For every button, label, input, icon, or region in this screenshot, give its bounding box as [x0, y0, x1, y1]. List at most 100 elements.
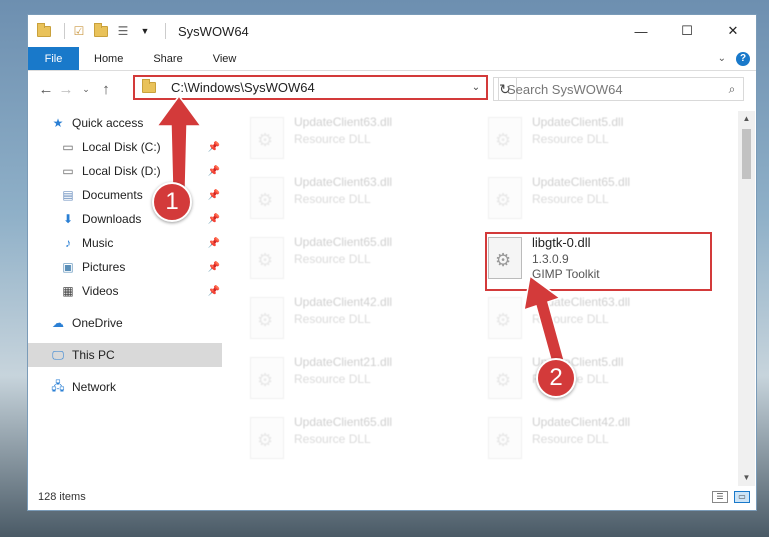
help-icon[interactable]: ? — [736, 51, 750, 66]
list-item[interactable]: UpdateClient42.dll Resource DLL — [250, 295, 480, 355]
sidebar-item-pictures[interactable]: ▣ Pictures 📌 — [28, 255, 222, 279]
pin-icon[interactable]: 📌 — [208, 190, 220, 201]
list-item[interactable]: UpdateClient65.dll Resource DLL — [250, 415, 480, 475]
dll-file-icon — [250, 417, 284, 459]
dll-file-icon — [250, 357, 284, 399]
file-description: Resource DLL — [294, 132, 371, 146]
list-item[interactable]: UpdateClient65.dll Resource DLL — [488, 175, 718, 235]
pin-icon[interactable]: 📌 — [208, 238, 220, 249]
up-icon[interactable]: ↑ — [96, 81, 116, 98]
window-title: SysWOW64 — [178, 23, 249, 39]
list-item[interactable]: UpdateClient63.dll Resource DLL — [250, 175, 480, 235]
download-icon: ⬇ — [62, 212, 74, 226]
sidebar-item-label: Quick access — [72, 116, 144, 130]
dll-file-icon — [250, 117, 284, 159]
videos-icon: ▦ — [62, 284, 74, 298]
pin-icon[interactable]: 📌 — [208, 166, 220, 177]
pin-icon[interactable]: 📌 — [208, 142, 220, 153]
folder-icon — [141, 79, 157, 96]
properties-icon[interactable]: ☑ — [71, 23, 87, 39]
dll-file-icon — [488, 357, 522, 399]
minimize-button[interactable]: — — [618, 15, 664, 47]
scroll-thumb[interactable] — [742, 129, 751, 179]
close-button[interactable]: ✕ — [710, 15, 756, 47]
search-icon: ⌕ — [728, 81, 736, 96]
list-item[interactable]: UpdateClient21.dll Resource DLL — [250, 355, 480, 415]
drive-icon: ▭ — [62, 140, 74, 154]
tab-home[interactable]: Home — [79, 47, 138, 70]
file-name: UpdateClient65.dll — [294, 235, 393, 249]
pin-icon[interactable]: 📌 — [208, 286, 220, 297]
sidebar-item-label: Network — [72, 380, 117, 394]
dll-file-icon — [250, 297, 284, 339]
step-badge-1: 1 — [152, 182, 192, 222]
file-name: UpdateClient42.dll — [532, 415, 631, 429]
sidebar-item-label: Videos — [82, 284, 119, 298]
file-name: UpdateClient21.dll — [294, 355, 393, 369]
search-placeholder: Search SysWOW64 — [507, 81, 623, 97]
search-input[interactable]: Search SysWOW64 ⌕ — [498, 77, 744, 101]
drive-icon: ▭ — [62, 164, 74, 178]
recent-locations-icon[interactable]: ⌄ — [76, 84, 96, 95]
sidebar-item-label: Local Disk (D:) — [82, 164, 161, 178]
sidebar-item-label: Downloads — [82, 212, 142, 226]
sidebar-item-network[interactable]: 🖧 Network — [28, 375, 222, 399]
sidebar-item-music[interactable]: ♪ Music 📌 — [28, 231, 222, 255]
tab-view[interactable]: View — [198, 47, 252, 70]
sidebar-item-videos[interactable]: ▦ Videos 📌 — [28, 279, 222, 303]
file-description: Resource DLL — [294, 372, 371, 386]
dll-file-icon — [488, 297, 522, 339]
sidebar-item-label: This PC — [72, 348, 115, 362]
file-description: Resource DLL — [294, 432, 371, 446]
customize-icon[interactable]: ☰ — [115, 23, 131, 39]
pin-icon[interactable]: 📌 — [208, 262, 220, 273]
sidebar-item-this-pc[interactable]: 🖵 This PC — [28, 343, 222, 367]
dll-file-icon — [488, 417, 522, 459]
file-description: Resource DLL — [294, 312, 371, 326]
network-icon: 🖧 — [51, 378, 65, 393]
sidebar-item-label: Documents — [82, 188, 143, 202]
tab-file[interactable]: File — [28, 47, 79, 70]
new-folder-icon[interactable] — [93, 22, 109, 39]
computer-icon: 🖵 — [52, 347, 64, 362]
title-bar: ☑ ☰ ▼ SysWOW64 — ☐ ✕ — [28, 15, 756, 47]
file-list: UpdateClient63.dll Resource DLL UpdateCli… — [224, 111, 738, 486]
file-name: UpdateClient5.dll — [532, 115, 624, 129]
dll-file-icon — [250, 177, 284, 219]
back-icon[interactable]: ← — [36, 81, 56, 98]
file-name: UpdateClient63.dll — [294, 175, 393, 189]
list-item[interactable]: UpdateClient5.dll Resource DLL — [488, 115, 718, 175]
separator — [64, 23, 65, 39]
pictures-icon: ▣ — [62, 260, 74, 274]
list-item[interactable]: UpdateClient63.dll Resource DLL — [250, 115, 480, 175]
cloud-icon: ☁ — [52, 316, 64, 330]
file-name: UpdateClient65.dll — [532, 175, 631, 189]
list-item[interactable]: UpdateClient42.dll Resource DLL — [488, 415, 718, 475]
vertical-scrollbar[interactable]: ▲ ▼ — [738, 111, 755, 486]
file-name: UpdateClient65.dll — [294, 415, 393, 429]
dll-file-icon — [250, 237, 284, 279]
file-description: Resource DLL — [532, 132, 609, 146]
list-item[interactable]: UpdateClient65.dll Resource DLL — [250, 235, 480, 295]
scroll-up-icon[interactable]: ▲ — [738, 111, 755, 127]
dll-file-icon — [488, 117, 522, 159]
explorer-window: ☑ ☰ ▼ SysWOW64 — ☐ ✕ File Home Share Vie… — [27, 14, 757, 511]
sidebar-item-onedrive[interactable]: ☁ OneDrive — [28, 311, 222, 335]
expand-ribbon-icon[interactable]: ⌄ — [718, 53, 726, 64]
chevron-down-icon[interactable]: ▼ — [137, 23, 153, 39]
chevron-down-icon[interactable]: ⌄ — [466, 82, 486, 93]
tab-share[interactable]: Share — [138, 47, 197, 70]
pin-icon[interactable]: 📌 — [208, 214, 220, 225]
music-icon: ♪ — [65, 236, 71, 250]
status-bar: 128 items ☰ ▭ — [28, 484, 758, 510]
folder-icon — [36, 22, 52, 39]
star-icon: ★ — [52, 116, 64, 130]
file-description: Resource DLL — [532, 192, 609, 206]
maximize-button[interactable]: ☐ — [664, 15, 710, 47]
address-path: C:\Windows\SysWOW64 — [171, 80, 315, 95]
details-view-icon[interactable]: ☰ — [712, 491, 728, 503]
step-badge-2: 2 — [536, 358, 576, 398]
item-count: 128 items — [38, 491, 86, 503]
forward-icon[interactable]: → — [56, 81, 76, 98]
large-icons-view-icon[interactable]: ▭ — [734, 491, 750, 503]
